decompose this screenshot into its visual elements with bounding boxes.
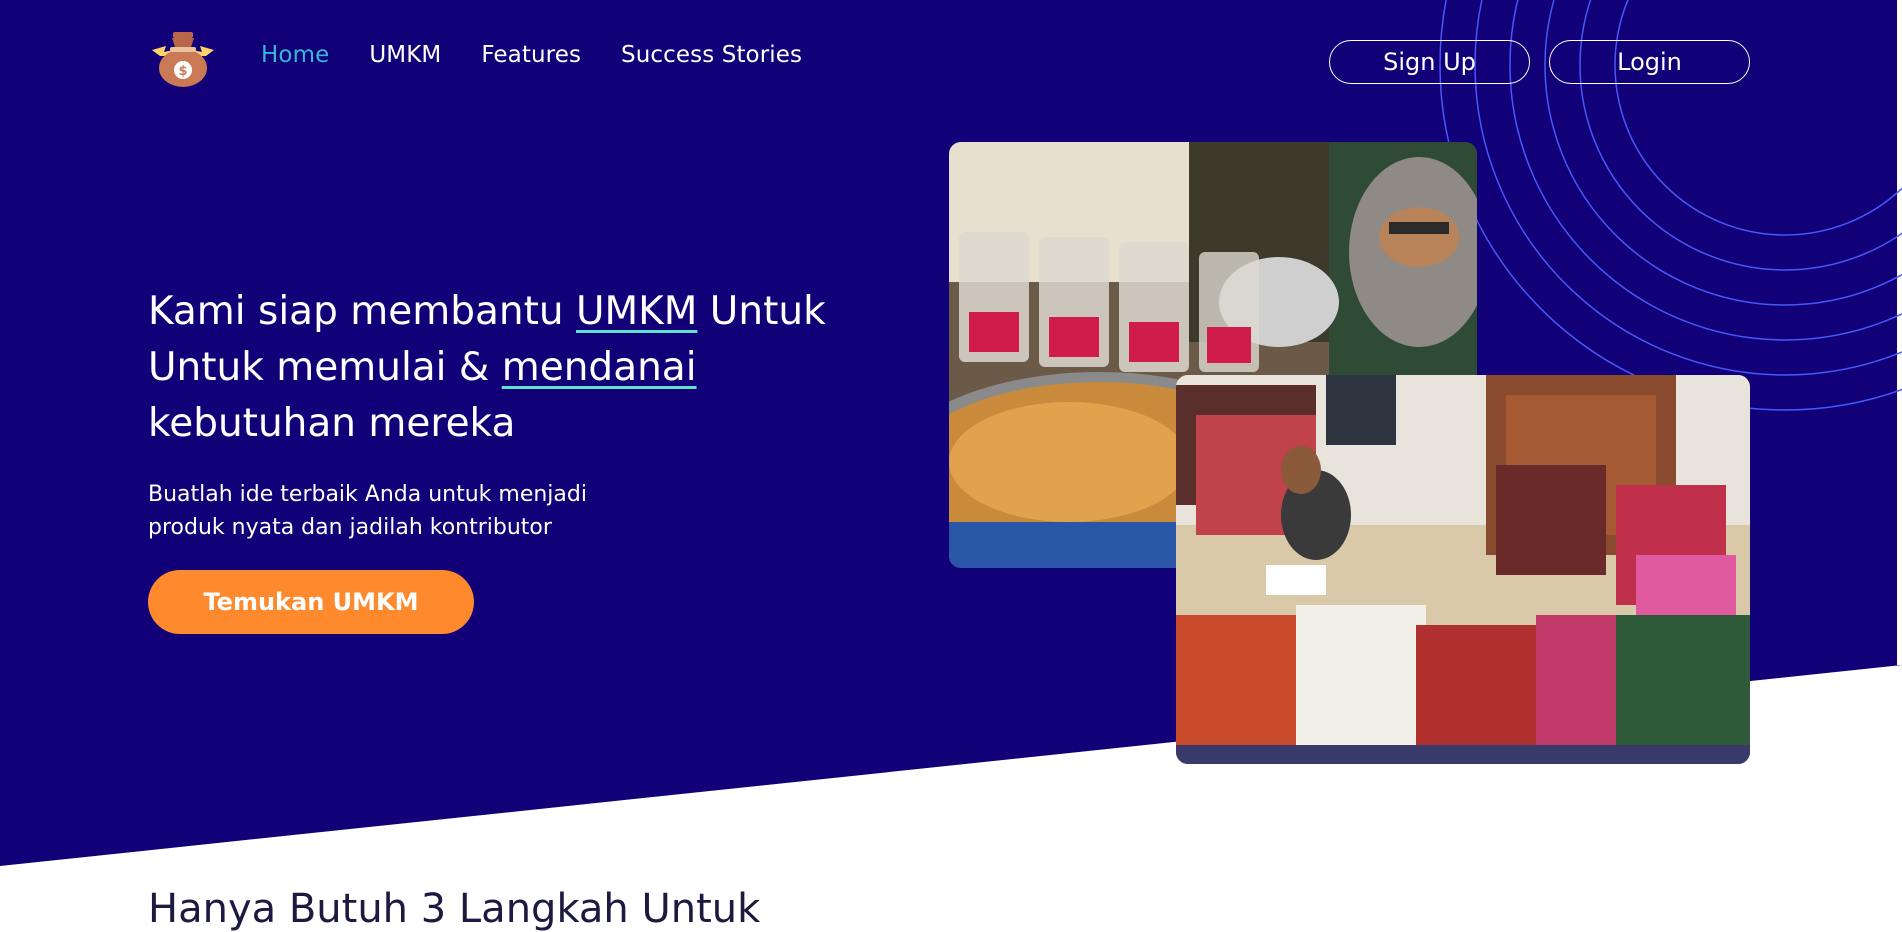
headline-text-3: kebutuhan mereka [148,401,516,446]
login-button[interactable]: Login [1549,40,1750,84]
hero-photo-textiles [1176,375,1750,764]
nav-umkm[interactable]: UMKM [369,42,441,68]
main-nav: Home UMKM Features Success Stories [261,42,802,68]
steps-section-title: Hanya Butuh 3 Langkah Untuk [148,886,761,932]
find-umkm-button[interactable]: Temukan UMKM [148,570,474,634]
nav-success-stories[interactable]: Success Stories [621,42,802,68]
headline-text-1: Kami siap membantu [148,289,576,334]
nav-features[interactable]: Features [481,42,581,68]
nav-home[interactable]: Home [261,42,329,68]
signup-button[interactable]: Sign Up [1329,40,1530,84]
logo[interactable]: $ [148,28,218,88]
hero-subtext: Buatlah ide terbaik Anda untuk menjadi p… [148,482,587,540]
logo-symbol: $ [178,64,187,79]
headline-link-mendanai[interactable]: mendanai [502,345,697,390]
hero-headline: Kami siap membantu UMKM Untuk Untuk memu… [148,284,868,452]
money-bag-icon: $ [152,32,214,87]
headline-link-umkm[interactable]: UMKM [576,289,697,334]
